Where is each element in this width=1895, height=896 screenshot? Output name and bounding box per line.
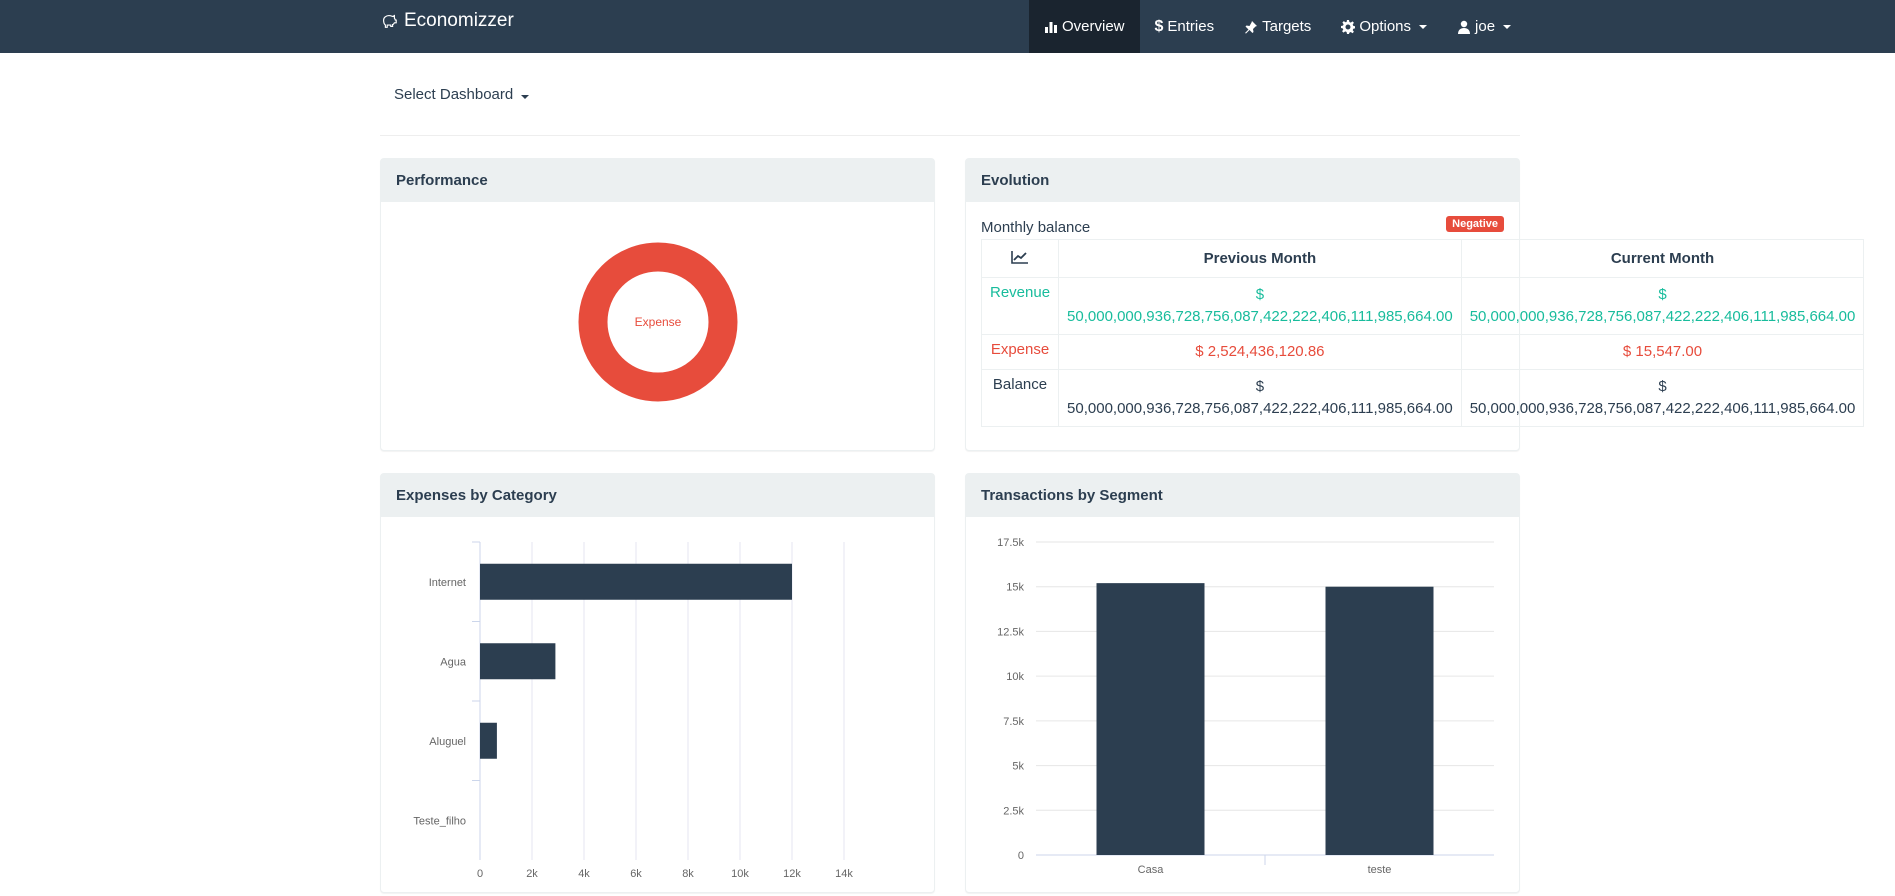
navbar: Economizzer Overview $ Entries Targets O…: [0, 0, 1895, 53]
y-tick-label: Teste_filho: [413, 815, 466, 827]
gear-icon: [1341, 19, 1356, 34]
nav-options[interactable]: Options: [1326, 0, 1442, 53]
brand-name: Economizzer: [404, 10, 514, 31]
caret-down-icon: [1503, 24, 1512, 29]
column-current-month: Current Month: [1460, 239, 1865, 278]
table-header-row: Previous Month Current Month: [980, 239, 1865, 278]
divider: [380, 135, 1520, 136]
nav-entries-label: Entries: [1167, 18, 1215, 35]
x-tick-label: Casa: [1138, 864, 1165, 876]
expenses-by-category-panel: Expenses by Category 0 2k 4k 6k 8k 10k 12k 14k I…: [380, 473, 935, 893]
row-label-expense: Expense: [980, 334, 1060, 370]
column-previous-month: Previous Month: [1058, 239, 1462, 278]
nav-user[interactable]: joe: [1442, 0, 1526, 53]
evolution-title: Evolution: [966, 159, 1519, 202]
bar-aluguel: [480, 722, 497, 759]
performance-title: Performance: [381, 159, 934, 202]
pushpin-icon: [1245, 20, 1258, 33]
caret-down-icon: [521, 95, 530, 99]
y-tick-label: 2.5k: [1003, 805, 1024, 817]
transactions-by-segment-title: Transactions by Segment: [966, 474, 1519, 517]
nav-targets-label: Targets: [1262, 18, 1312, 35]
revenue-previous: $ 50,000,000,936,728,756,087,422,222,406…: [1058, 277, 1462, 335]
performance-panel: Performance Expense: [380, 158, 935, 451]
line-chart-icon: [980, 239, 1060, 278]
nav-options-label: Options: [1359, 18, 1412, 35]
row-label-revenue: Revenue: [980, 277, 1060, 335]
table-row: Revenue $ 50,000,000,936,728,756,087,422…: [980, 277, 1865, 335]
piggy-bank-icon: [383, 14, 397, 28]
nav-overview[interactable]: Overview: [1029, 0, 1140, 53]
y-tick-label: Internet: [429, 577, 466, 589]
expense-current: $ 15,547.00: [1460, 334, 1865, 370]
balance-previous: $ 50,000,000,936,728,756,087,422,222,406…: [1058, 369, 1462, 427]
select-dashboard-label: Select Dashboard: [394, 86, 514, 103]
monthly-balance-label: Monthly balance: [981, 219, 1091, 236]
evolution-panel: Evolution Monthly balance Negative Previ…: [965, 158, 1865, 451]
expense-previous: $ 2,524,436,120.86: [1058, 334, 1462, 370]
bar-chart-icon: [1045, 21, 1057, 33]
y-tick-label: Aluguel: [429, 736, 466, 748]
nav-targets[interactable]: Targets: [1229, 0, 1326, 53]
y-tick-label: 10k: [1006, 671, 1024, 683]
revenue-current: $ 50,000,000,936,728,756,087,422,222,406…: [1460, 277, 1865, 335]
bar-teste: [1325, 586, 1434, 855]
table-row: Expense $ 2,524,436,120.86 $ 15,547.00: [980, 334, 1865, 370]
user-icon: [1458, 20, 1471, 34]
y-tick-label: 5k: [1012, 761, 1024, 773]
nav-overview-label: Overview: [1062, 18, 1125, 35]
y-tick-label: 0: [1018, 850, 1024, 862]
nav-entries[interactable]: $ Entries: [1140, 0, 1230, 53]
caret-down-icon: [1419, 24, 1428, 29]
performance-donut-chart: Expense: [578, 242, 738, 402]
evolution-table: Previous Month Current Month Revenue $ 5…: [980, 239, 1865, 427]
expenses-by-category-title: Expenses by Category: [381, 474, 934, 517]
y-tick-label: 15k: [1006, 582, 1024, 594]
y-tick-label: Agua: [440, 656, 467, 668]
transactions-by-segment-panel: Transactions by Segment 0 2.5k 5k 7.5k 10k 12…: [965, 473, 1520, 893]
status-badge: Negative: [1446, 216, 1504, 232]
bar-internet: [480, 563, 792, 600]
dollar-icon: $: [1154, 17, 1164, 35]
brand[interactable]: Economizzer: [380, 10, 514, 32]
main-nav: Overview $ Entries Targets Options joe: [1029, 0, 1526, 53]
y-tick-label: 17.5k: [997, 537, 1024, 549]
transactions-by-segment-chart: 0 2.5k 5k 7.5k 10k 12.5k 15k 17.5k Casa teste: [997, 537, 1494, 876]
donut-label: Expense: [635, 315, 682, 329]
bar-casa: [1096, 583, 1205, 855]
y-tick-label: 7.5k: [1003, 716, 1024, 728]
expenses-by-category-chart: 0 2k 4k 6k 8k 10k 12k 14kInternetAguaAluguelTes…: [413, 541, 853, 880]
select-dashboard-dropdown[interactable]: Select Dashboard: [394, 86, 530, 103]
table-row: Balance $ 50,000,000,936,728,756,087,422…: [980, 369, 1865, 427]
balance-current: $ 50,000,000,936,728,756,087,422,222,406…: [1460, 369, 1865, 427]
x-tick-label: teste: [1368, 864, 1392, 876]
bar-agua: [480, 643, 556, 680]
y-tick-label: 12.5k: [997, 626, 1024, 638]
nav-user-label: joe: [1475, 18, 1496, 35]
row-label-balance: Balance: [980, 369, 1060, 427]
